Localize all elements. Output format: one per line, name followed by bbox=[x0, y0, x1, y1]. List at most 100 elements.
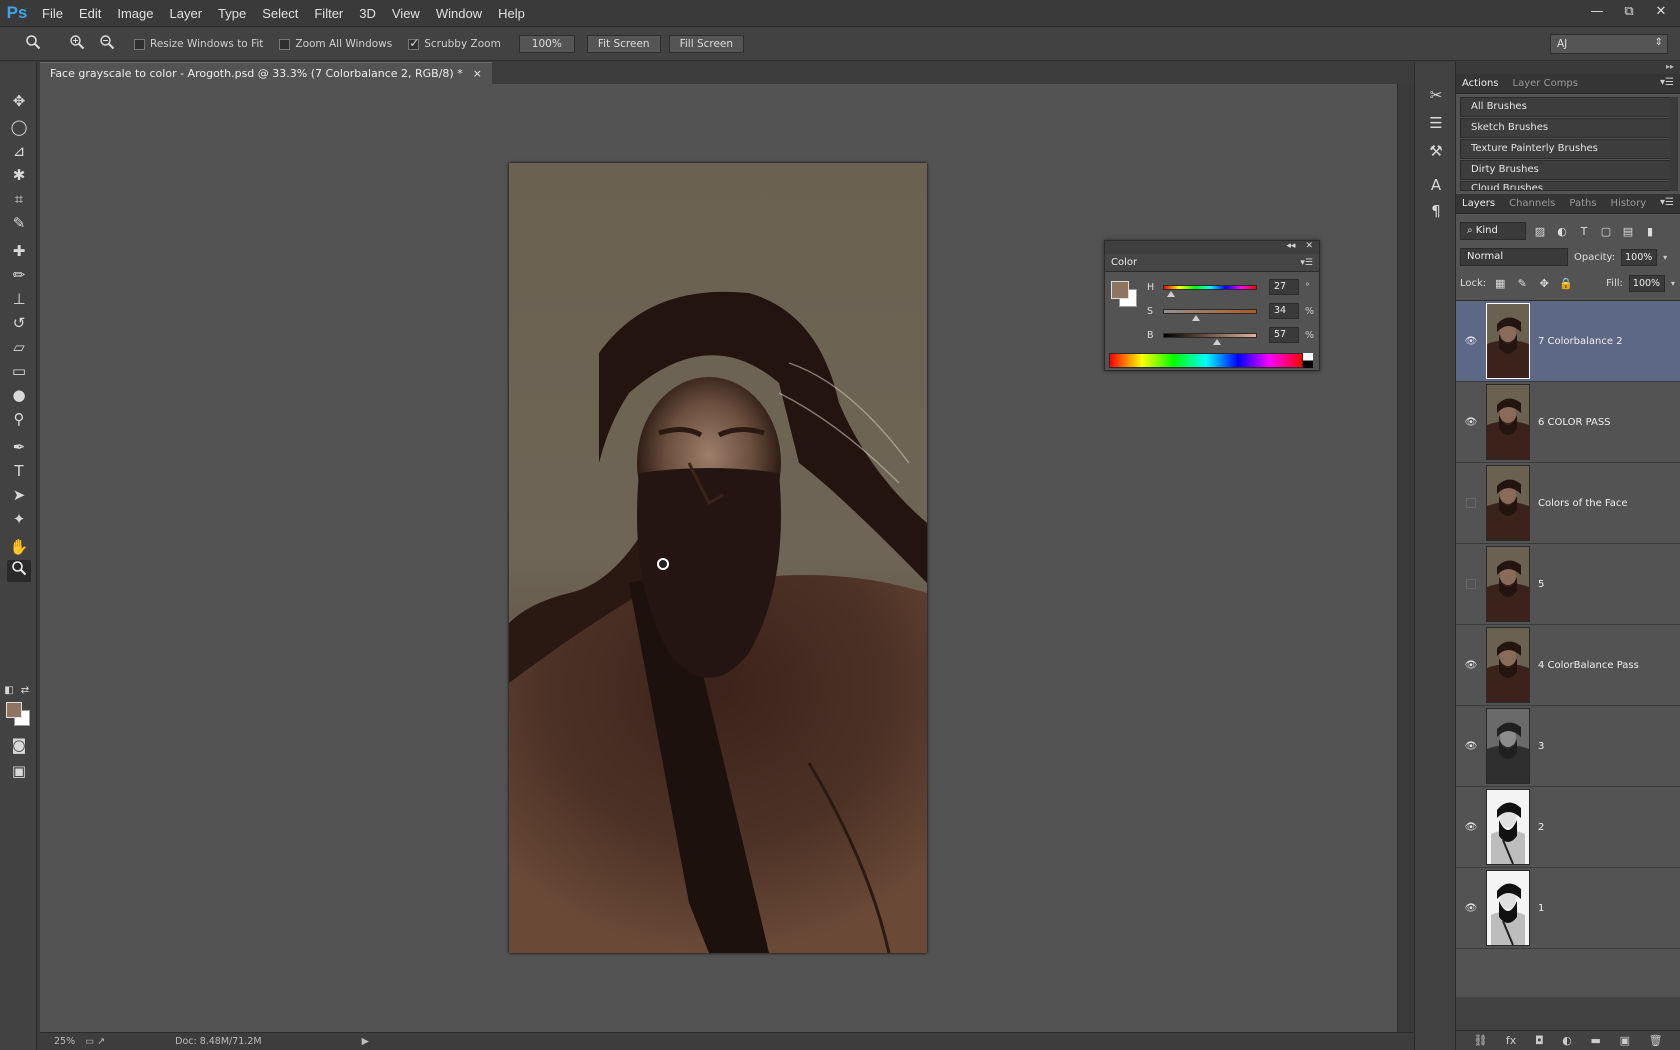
layer-thumbnail[interactable] bbox=[1486, 708, 1530, 784]
adjustments-icon[interactable]: ☰ bbox=[1425, 112, 1447, 134]
gradient-icon[interactable]: ▭ bbox=[7, 360, 31, 382]
tab-paths[interactable]: Paths bbox=[1569, 198, 1596, 209]
tab-history[interactable]: History bbox=[1611, 198, 1647, 209]
menu-view[interactable]: View bbox=[384, 0, 428, 27]
pen-icon[interactable]: ✒ bbox=[7, 436, 31, 458]
collapse-icon[interactable]: ◂◂ bbox=[1286, 241, 1295, 254]
tab-layer-comps[interactable]: Layer Comps bbox=[1513, 78, 1578, 89]
move-tool-icon[interactable]: ✥ bbox=[7, 90, 31, 112]
quick-mask-icon[interactable]: ◙ bbox=[7, 734, 31, 756]
resize-windows-checkbox[interactable]: Resize Windows to Fit bbox=[134, 38, 263, 50]
dodge-icon[interactable]: ⚲ bbox=[7, 408, 31, 430]
visibility-toggle-icon[interactable] bbox=[1466, 579, 1476, 589]
workspace-select[interactable]: AJ bbox=[1550, 34, 1668, 54]
polygonal-lasso-icon[interactable]: ⊿ bbox=[7, 140, 31, 162]
layer-row[interactable]: 5 bbox=[1456, 544, 1680, 625]
brightness-thumb[interactable] bbox=[1213, 338, 1221, 345]
menu-edit[interactable]: Edit bbox=[71, 0, 109, 27]
visibility-eye-icon[interactable]: 👁 bbox=[1456, 417, 1486, 428]
healing-brush-icon[interactable]: ✚ bbox=[7, 240, 31, 262]
vertical-scrollbar[interactable] bbox=[1397, 84, 1414, 1032]
close-tab-icon[interactable]: × bbox=[473, 67, 482, 80]
layers-menu-icon[interactable]: ▾☰ bbox=[1660, 197, 1674, 208]
tab-color[interactable]: Color bbox=[1111, 257, 1137, 268]
lock-position-icon[interactable]: ✥ bbox=[1536, 277, 1552, 290]
layer-name[interactable]: 3 bbox=[1538, 741, 1544, 752]
actions-menu-icon[interactable]: ▾☰ bbox=[1660, 77, 1674, 88]
saturation-thumb[interactable] bbox=[1192, 314, 1200, 321]
fill-screen-button[interactable]: Fill Screen bbox=[668, 35, 745, 53]
screen-mode-icon[interactable]: ▣ bbox=[7, 760, 31, 782]
tab-actions[interactable]: Actions bbox=[1462, 78, 1499, 89]
menu-select[interactable]: Select bbox=[254, 0, 306, 27]
menu-type[interactable]: Type bbox=[210, 0, 254, 27]
layer-name[interactable]: 7 Colorbalance 2 bbox=[1538, 336, 1623, 347]
color-panel-titlebar[interactable]: ◂◂ ✕ bbox=[1105, 241, 1319, 254]
resize-windows-box[interactable] bbox=[134, 38, 145, 50]
brush-presets-icon[interactable]: ✂ bbox=[1425, 84, 1447, 106]
shape-filter-icon[interactable]: ▢ bbox=[1598, 225, 1614, 238]
black-white-ramp[interactable] bbox=[1303, 353, 1313, 368]
saturation-slider[interactable] bbox=[1163, 308, 1257, 321]
layer-row[interactable]: 👁 2 bbox=[1456, 787, 1680, 868]
color-foreground-swatch[interactable] bbox=[1111, 281, 1129, 299]
type-filter-icon[interactable]: T bbox=[1576, 225, 1592, 238]
action-set-dirty-brushes[interactable]: Dirty Brushes bbox=[1460, 160, 1676, 180]
tab-channels[interactable]: Channels bbox=[1509, 198, 1555, 209]
visibility-eye-icon[interactable]: 👁 bbox=[1456, 660, 1486, 671]
zoom-out-icon[interactable] bbox=[96, 34, 118, 54]
menu-3d[interactable]: 3D bbox=[351, 0, 384, 27]
hue-slider[interactable] bbox=[1163, 284, 1257, 297]
new-adjustment-icon[interactable]: ◐ bbox=[1562, 1034, 1572, 1047]
layer-row[interactable]: Colors of the Face bbox=[1456, 463, 1680, 544]
actions-scrollbar[interactable] bbox=[1670, 97, 1678, 191]
blur-icon[interactable]: ● bbox=[7, 384, 31, 406]
layer-name[interactable]: 4 ColorBalance Pass bbox=[1538, 660, 1639, 671]
history-brush-icon[interactable]: ↺ bbox=[7, 312, 31, 334]
layer-row[interactable]: 👁 3 bbox=[1456, 706, 1680, 787]
layer-thumbnail[interactable] bbox=[1486, 465, 1530, 541]
blend-mode-select[interactable]: Normal bbox=[1460, 248, 1568, 266]
opacity-input[interactable]: 100% bbox=[1621, 248, 1658, 266]
visibility-eye-icon[interactable]: 👁 bbox=[1456, 741, 1486, 752]
menu-filter[interactable]: Filter bbox=[306, 0, 351, 27]
lock-transparent-icon[interactable]: ▦ bbox=[1492, 277, 1508, 290]
layer-name[interactable]: 1 bbox=[1538, 903, 1544, 914]
layer-name[interactable]: 2 bbox=[1538, 822, 1544, 833]
eyedropper-icon[interactable]: ✎ bbox=[7, 212, 31, 234]
character-icon[interactable]: A bbox=[1425, 174, 1447, 196]
kind-filter-select[interactable]: ⌕ Kind bbox=[1460, 222, 1526, 240]
visibility-eye-icon[interactable]: 👁 bbox=[1456, 822, 1486, 833]
add-mask-icon[interactable]: ◘ bbox=[1535, 1034, 1544, 1047]
document-tab[interactable]: Face grayscale to color - Arogoth.psd @ … bbox=[40, 62, 492, 84]
hand-tool-icon[interactable]: ✋ bbox=[7, 536, 31, 558]
fill-dropdown-icon[interactable]: ▾ bbox=[1671, 279, 1675, 288]
action-set-texture-painterly[interactable]: Texture Painterly Brushes bbox=[1460, 139, 1676, 159]
color-spectrum-ramp[interactable] bbox=[1109, 353, 1303, 368]
minimize-button[interactable]: — bbox=[1588, 4, 1606, 19]
tab-layers[interactable]: Layers bbox=[1462, 198, 1495, 209]
layer-name[interactable]: 5 bbox=[1538, 579, 1544, 590]
menu-layer[interactable]: Layer bbox=[162, 0, 211, 27]
default-colors-icon[interactable]: ◧ bbox=[2, 680, 16, 702]
pixel-filter-icon[interactable]: ▨ bbox=[1532, 225, 1548, 238]
menu-image[interactable]: Image bbox=[109, 0, 161, 27]
type-tool-icon[interactable]: T bbox=[7, 460, 31, 482]
tool-presets-icon[interactable]: ⚒ bbox=[1425, 140, 1447, 162]
scrubby-zoom-box[interactable] bbox=[408, 36, 419, 50]
opacity-dropdown-icon[interactable]: ▾ bbox=[1663, 253, 1667, 262]
link-layers-icon[interactable]: ⛓ bbox=[1473, 1034, 1487, 1047]
panel-close-icon[interactable]: ✕ bbox=[1305, 241, 1313, 254]
crop-icon[interactable]: ⌗ bbox=[7, 188, 31, 210]
layer-thumbnail[interactable] bbox=[1486, 789, 1530, 865]
visibility-eye-icon[interactable]: 👁 bbox=[1456, 903, 1486, 914]
layer-row[interactable]: 👁 4 ColorBalance Pass bbox=[1456, 625, 1680, 706]
fit-screen-button[interactable]: Fit Screen bbox=[586, 35, 661, 53]
fx-icon[interactable]: fx bbox=[1506, 1034, 1516, 1047]
menu-file[interactable]: File bbox=[34, 0, 71, 27]
dock-collapse-bar[interactable]: ▸▸ bbox=[1456, 62, 1680, 74]
zoom-level[interactable]: 25% bbox=[54, 1036, 75, 1047]
layer-row[interactable]: 👁 1 bbox=[1456, 868, 1680, 949]
layer-row[interactable]: 👁 6 COLOR PASS bbox=[1456, 382, 1680, 463]
action-set-cloud-brushes[interactable]: Cloud Brushes bbox=[1460, 181, 1676, 191]
